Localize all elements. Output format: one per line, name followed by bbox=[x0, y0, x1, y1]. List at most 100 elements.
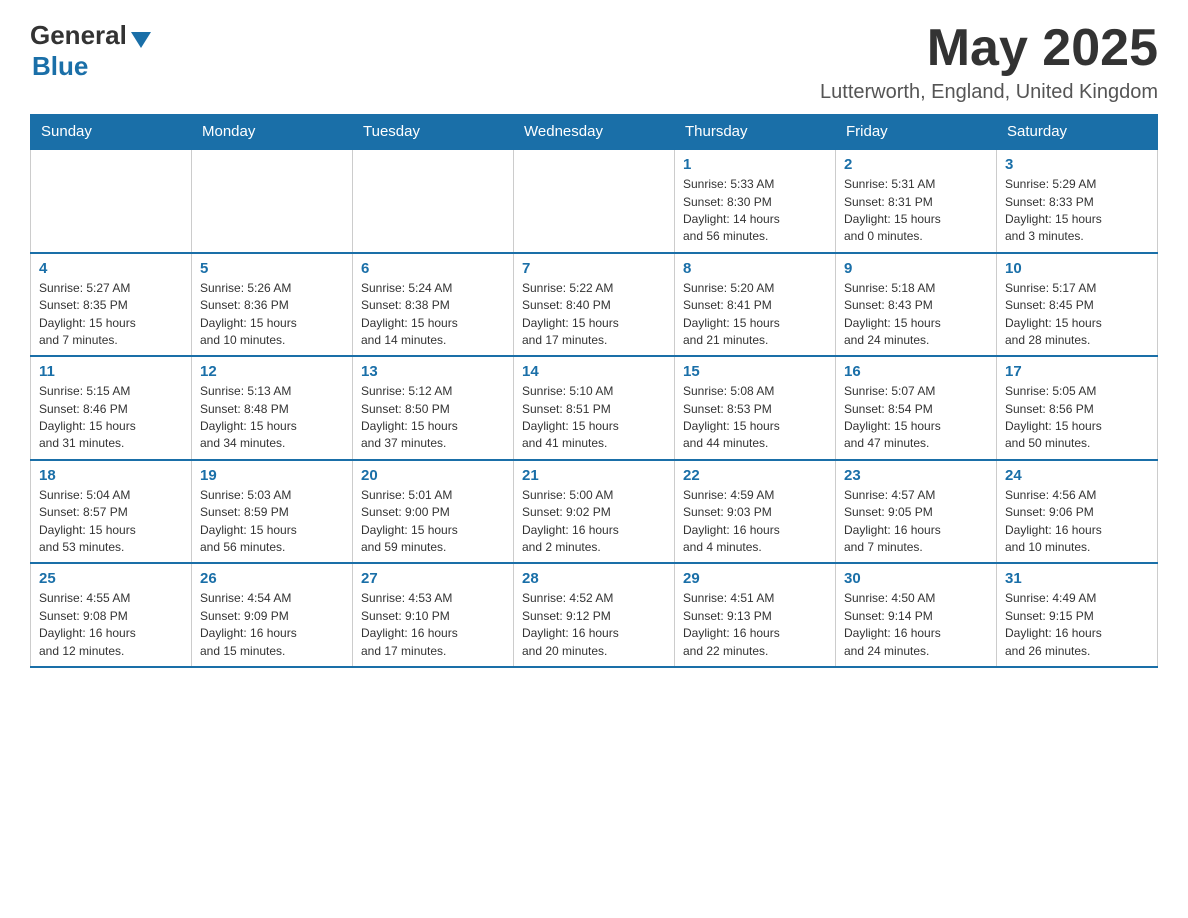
day-number: 2 bbox=[844, 156, 988, 173]
logo-triangle-icon bbox=[131, 32, 151, 48]
title-block: May 2025 Lutterworth, England, United Ki… bbox=[820, 20, 1158, 104]
calendar-cell: 11 Sunrise: 5:15 AM Sunset: 8:46 PM Dayli… bbox=[31, 356, 192, 460]
weekday-header-wednesday: Wednesday bbox=[514, 115, 675, 150]
page-header: General Blue May 2025 Lutterworth, Engla… bbox=[30, 20, 1158, 104]
calendar-cell: 2 Sunrise: 5:31 AM Sunset: 8:31 PM Daylig… bbox=[836, 149, 997, 253]
calendar-cell: 5 Sunrise: 5:26 AM Sunset: 8:36 PM Daylig… bbox=[192, 253, 353, 357]
calendar-cell: 18 Sunrise: 5:04 AM Sunset: 8:57 PM Dayli… bbox=[31, 460, 192, 564]
day-number: 28 bbox=[522, 570, 666, 587]
calendar-cell: 15Sunrise: 5:08 AM Sunset: 8:53 PM Dayli… bbox=[675, 356, 836, 460]
calendar-cell: 28 Sunrise: 4:52 AM Sunset: 9:12 PM Dayli… bbox=[514, 563, 675, 667]
day-info: Sunrise: 5:33 AM Sunset: 8:30 PM Dayligh… bbox=[683, 177, 780, 243]
day-number: 31 bbox=[1005, 570, 1149, 587]
logo-block: General Blue bbox=[30, 20, 151, 82]
day-number: 18 bbox=[39, 467, 183, 484]
weekday-header-row: SundayMondayTuesdayWednesdayThursdayFrid… bbox=[31, 115, 1158, 150]
calendar-cell: 26Sunrise: 4:54 AM Sunset: 9:09 PM Dayli… bbox=[192, 563, 353, 667]
day-number: 8 bbox=[683, 260, 827, 277]
calendar-cell: 8Sunrise: 5:20 AM Sunset: 8:41 PM Daylig… bbox=[675, 253, 836, 357]
day-number: 22 bbox=[683, 467, 827, 484]
calendar-cell: 16Sunrise: 5:07 AM Sunset: 8:54 PM Dayli… bbox=[836, 356, 997, 460]
day-number: 6 bbox=[361, 260, 505, 277]
day-info: Sunrise: 4:53 AM Sunset: 9:10 PM Dayligh… bbox=[361, 591, 458, 657]
weekday-header-saturday: Saturday bbox=[997, 115, 1158, 150]
day-info: Sunrise: 4:50 AM Sunset: 9:14 PM Dayligh… bbox=[844, 591, 941, 657]
day-info: Sunrise: 5:26 AM Sunset: 8:36 PM Dayligh… bbox=[200, 281, 297, 347]
day-info: Sunrise: 5:18 AM Sunset: 8:43 PM Dayligh… bbox=[844, 281, 941, 347]
day-info: Sunrise: 4:49 AM Sunset: 9:15 PM Dayligh… bbox=[1005, 591, 1102, 657]
day-info: Sunrise: 4:56 AM Sunset: 9:06 PM Dayligh… bbox=[1005, 488, 1102, 554]
day-number: 15 bbox=[683, 363, 827, 380]
day-number: 21 bbox=[522, 467, 666, 484]
logo-blue-text: Blue bbox=[32, 51, 88, 81]
day-info: Sunrise: 5:31 AM Sunset: 8:31 PM Dayligh… bbox=[844, 177, 941, 243]
week-row-1: 1 Sunrise: 5:33 AM Sunset: 8:30 PM Daylig… bbox=[31, 149, 1158, 253]
day-info: Sunrise: 4:54 AM Sunset: 9:09 PM Dayligh… bbox=[200, 591, 297, 657]
day-number: 5 bbox=[200, 260, 344, 277]
calendar-cell bbox=[192, 149, 353, 253]
day-number: 10 bbox=[1005, 260, 1149, 277]
day-info: Sunrise: 5:01 AM Sunset: 9:00 PM Dayligh… bbox=[361, 488, 458, 554]
calendar-cell: 17Sunrise: 5:05 AM Sunset: 8:56 PM Dayli… bbox=[997, 356, 1158, 460]
day-number: 9 bbox=[844, 260, 988, 277]
day-number: 19 bbox=[200, 467, 344, 484]
week-row-2: 4 Sunrise: 5:27 AM Sunset: 8:35 PM Daylig… bbox=[31, 253, 1158, 357]
day-info: Sunrise: 4:59 AM Sunset: 9:03 PM Dayligh… bbox=[683, 488, 780, 554]
calendar-cell: 9 Sunrise: 5:18 AM Sunset: 8:43 PM Daylig… bbox=[836, 253, 997, 357]
day-number: 11 bbox=[39, 363, 183, 380]
calendar-cell: 22 Sunrise: 4:59 AM Sunset: 9:03 PM Dayli… bbox=[675, 460, 836, 564]
calendar-cell: 24 Sunrise: 4:56 AM Sunset: 9:06 PM Dayli… bbox=[997, 460, 1158, 564]
week-row-3: 11 Sunrise: 5:15 AM Sunset: 8:46 PM Dayli… bbox=[31, 356, 1158, 460]
day-number: 23 bbox=[844, 467, 988, 484]
calendar-cell bbox=[353, 149, 514, 253]
calendar-cell: 25 Sunrise: 4:55 AM Sunset: 9:08 PM Dayli… bbox=[31, 563, 192, 667]
month-title: May 2025 bbox=[820, 20, 1158, 77]
day-info: Sunrise: 5:10 AM Sunset: 8:51 PM Dayligh… bbox=[522, 384, 619, 450]
calendar-cell: 21 Sunrise: 5:00 AM Sunset: 9:02 PM Dayli… bbox=[514, 460, 675, 564]
day-number: 30 bbox=[844, 570, 988, 587]
calendar-cell: 30 Sunrise: 4:50 AM Sunset: 9:14 PM Dayli… bbox=[836, 563, 997, 667]
weekday-header-monday: Monday bbox=[192, 115, 353, 150]
calendar-cell: 19Sunrise: 5:03 AM Sunset: 8:59 PM Dayli… bbox=[192, 460, 353, 564]
calendar-cell: 3 Sunrise: 5:29 AM Sunset: 8:33 PM Daylig… bbox=[997, 149, 1158, 253]
day-info: Sunrise: 5:27 AM Sunset: 8:35 PM Dayligh… bbox=[39, 281, 136, 347]
day-number: 29 bbox=[683, 570, 827, 587]
calendar-cell: 12Sunrise: 5:13 AM Sunset: 8:48 PM Dayli… bbox=[192, 356, 353, 460]
day-info: Sunrise: 5:12 AM Sunset: 8:50 PM Dayligh… bbox=[361, 384, 458, 450]
calendar-cell: 1 Sunrise: 5:33 AM Sunset: 8:30 PM Daylig… bbox=[675, 149, 836, 253]
logo: General Blue bbox=[30, 20, 151, 82]
day-info: Sunrise: 4:51 AM Sunset: 9:13 PM Dayligh… bbox=[683, 591, 780, 657]
day-number: 24 bbox=[1005, 467, 1149, 484]
day-info: Sunrise: 5:04 AM Sunset: 8:57 PM Dayligh… bbox=[39, 488, 136, 554]
weekday-header-tuesday: Tuesday bbox=[353, 115, 514, 150]
day-number: 25 bbox=[39, 570, 183, 587]
day-info: Sunrise: 4:52 AM Sunset: 9:12 PM Dayligh… bbox=[522, 591, 619, 657]
weekday-header-thursday: Thursday bbox=[675, 115, 836, 150]
week-row-5: 25 Sunrise: 4:55 AM Sunset: 9:08 PM Dayli… bbox=[31, 563, 1158, 667]
day-info: Sunrise: 4:55 AM Sunset: 9:08 PM Dayligh… bbox=[39, 591, 136, 657]
day-number: 20 bbox=[361, 467, 505, 484]
calendar-cell: 14Sunrise: 5:10 AM Sunset: 8:51 PM Dayli… bbox=[514, 356, 675, 460]
calendar-cell: 4 Sunrise: 5:27 AM Sunset: 8:35 PM Daylig… bbox=[31, 253, 192, 357]
day-number: 3 bbox=[1005, 156, 1149, 173]
day-number: 4 bbox=[39, 260, 183, 277]
calendar-cell: 23Sunrise: 4:57 AM Sunset: 9:05 PM Dayli… bbox=[836, 460, 997, 564]
day-info: Sunrise: 5:22 AM Sunset: 8:40 PM Dayligh… bbox=[522, 281, 619, 347]
day-number: 12 bbox=[200, 363, 344, 380]
calendar-cell bbox=[31, 149, 192, 253]
day-number: 27 bbox=[361, 570, 505, 587]
day-number: 13 bbox=[361, 363, 505, 380]
calendar-cell: 13 Sunrise: 5:12 AM Sunset: 8:50 PM Dayli… bbox=[353, 356, 514, 460]
calendar-table: SundayMondayTuesdayWednesdayThursdayFrid… bbox=[30, 114, 1158, 668]
day-info: Sunrise: 5:05 AM Sunset: 8:56 PM Dayligh… bbox=[1005, 384, 1102, 450]
calendar-cell: 6Sunrise: 5:24 AM Sunset: 8:38 PM Daylig… bbox=[353, 253, 514, 357]
day-info: Sunrise: 5:00 AM Sunset: 9:02 PM Dayligh… bbox=[522, 488, 619, 554]
day-number: 1 bbox=[683, 156, 827, 173]
day-info: Sunrise: 5:15 AM Sunset: 8:46 PM Dayligh… bbox=[39, 384, 136, 450]
logo-general-text: General bbox=[30, 20, 127, 51]
calendar-cell: 20 Sunrise: 5:01 AM Sunset: 9:00 PM Dayli… bbox=[353, 460, 514, 564]
day-info: Sunrise: 5:07 AM Sunset: 8:54 PM Dayligh… bbox=[844, 384, 941, 450]
location-text: Lutterworth, England, United Kingdom bbox=[820, 81, 1158, 104]
calendar-cell: 31 Sunrise: 4:49 AM Sunset: 9:15 PM Dayli… bbox=[997, 563, 1158, 667]
day-info: Sunrise: 5:29 AM Sunset: 8:33 PM Dayligh… bbox=[1005, 177, 1102, 243]
